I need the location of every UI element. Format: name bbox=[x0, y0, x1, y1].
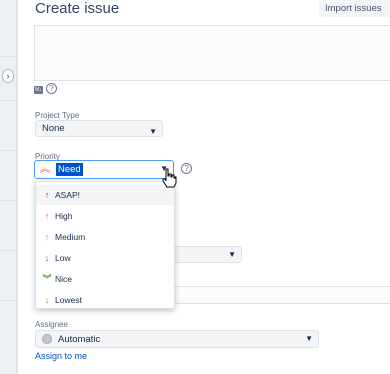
double-chevron-up-icon: ︽ bbox=[40, 164, 50, 175]
priority-help-icon[interactable]: ? bbox=[181, 163, 192, 174]
project-type-label: Project Type bbox=[35, 111, 80, 120]
strip-divider bbox=[0, 250, 17, 251]
project-type-value: None bbox=[42, 123, 65, 134]
double-chevron-down-icon: ︾ bbox=[42, 274, 52, 284]
assign-to-me-link[interactable]: Assign to me bbox=[35, 351, 87, 361]
priority-option-lowest[interactable]: ↓ Lowest bbox=[36, 290, 174, 310]
create-issue-dialog: Create issue Import issues M↓ ? Project … bbox=[17, 0, 390, 374]
arrow-up-icon: ↑ bbox=[44, 232, 50, 242]
strip-divider bbox=[0, 150, 17, 151]
partially-hidden-select[interactable]: ▼ bbox=[168, 246, 242, 263]
avatar bbox=[42, 334, 52, 344]
project-type-select[interactable]: None ▼ bbox=[35, 120, 163, 137]
arrow-up-icon: ↑ bbox=[44, 211, 50, 221]
partially-hidden-input[interactable] bbox=[168, 286, 390, 304]
option-label: Nice bbox=[55, 274, 73, 284]
priority-option-asap[interactable]: ↑ ASAP! bbox=[36, 185, 174, 205]
priority-option-low[interactable]: ↓ Low bbox=[36, 248, 174, 268]
option-label: High bbox=[55, 211, 73, 221]
strip-divider bbox=[0, 100, 17, 101]
expand-sidebar-icon[interactable]: › bbox=[2, 69, 14, 83]
help-icon[interactable]: ? bbox=[46, 83, 57, 94]
strip-divider bbox=[0, 300, 17, 301]
priority-dropdown: ↑ ASAP! ↑ High ↑ Medium ↓ Low ︾ Nice ↓ L… bbox=[35, 181, 175, 309]
arrow-down-icon: ↓ bbox=[44, 253, 50, 263]
markdown-icon[interactable]: M↓ bbox=[34, 86, 43, 94]
strip-divider bbox=[0, 200, 17, 201]
hand-cursor-icon bbox=[162, 168, 177, 188]
priority-option-high[interactable]: ↑ High bbox=[36, 206, 174, 226]
arrow-down-icon: ↓ bbox=[44, 295, 50, 305]
chevron-down-icon: ▼ bbox=[149, 127, 157, 136]
option-label: Medium bbox=[55, 232, 86, 242]
assignee-label: Assignee bbox=[35, 320, 68, 329]
description-textarea[interactable] bbox=[34, 25, 390, 81]
dialog-title: Create issue bbox=[35, 0, 120, 17]
assignee-value: Automatic bbox=[58, 334, 101, 345]
arrow-up-icon: ↑ bbox=[44, 190, 50, 200]
priority-select[interactable]: ︽ Need ▼ bbox=[34, 160, 174, 179]
option-label: Low bbox=[55, 253, 71, 263]
import-issues-button[interactable]: Import issues bbox=[319, 0, 388, 17]
chevron-down-icon: ▼ bbox=[228, 250, 236, 259]
option-label: Lowest bbox=[55, 295, 82, 305]
chevron-down-icon: ▼ bbox=[305, 334, 313, 343]
priority-value: Need bbox=[56, 163, 83, 176]
more-button[interactable] bbox=[386, 0, 390, 17]
strip-divider bbox=[0, 56, 17, 57]
priority-option-nice[interactable]: ︾ Nice bbox=[36, 269, 174, 289]
app-sidebar-strip: › bbox=[0, 0, 17, 374]
priority-option-medium[interactable]: ↑ Medium bbox=[36, 227, 174, 247]
assignee-select[interactable]: Automatic ▼ bbox=[35, 330, 319, 348]
option-label: ASAP! bbox=[55, 190, 81, 200]
